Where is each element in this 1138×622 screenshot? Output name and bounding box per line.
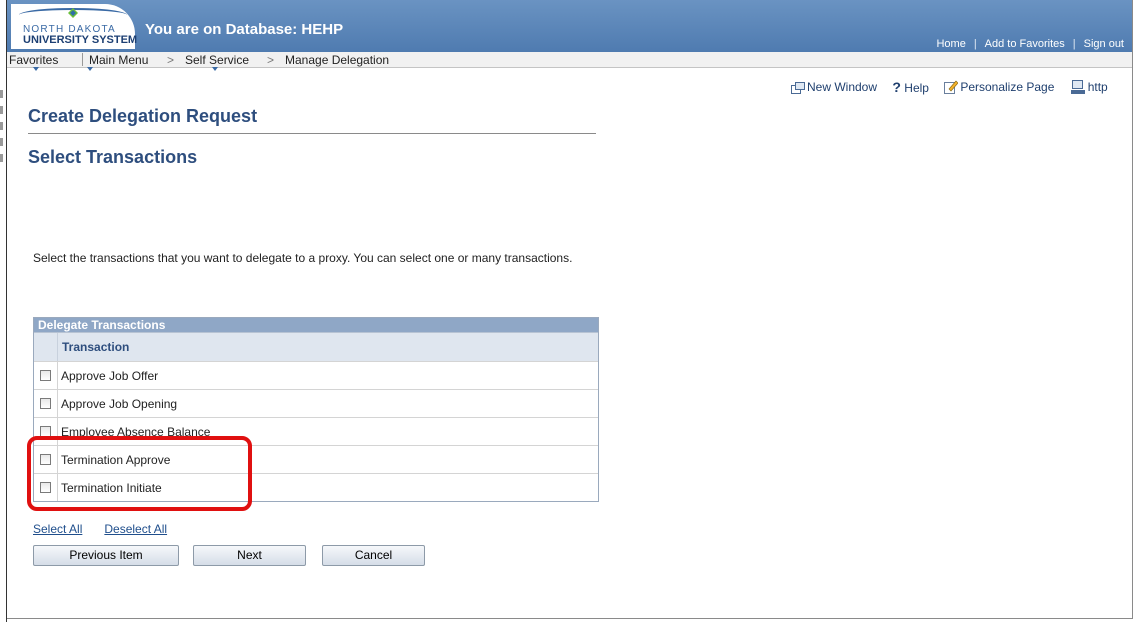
selection-links: Select All Deselect All — [33, 522, 189, 536]
transaction-checkbox[interactable] — [40, 426, 51, 437]
breadcrumb-separator: > — [167, 53, 175, 67]
section-title: Select Transactions — [28, 147, 198, 167]
grid-caption: Delegate Transactions — [34, 318, 598, 332]
menu-bar: Favorites Main Menu > Self Service > Man… — [7, 52, 1132, 71]
delegate-transactions-grid: Delegate Transactions Transaction Approv… — [33, 317, 599, 502]
column-header-transaction[interactable]: Transaction — [58, 333, 598, 361]
help-label: Help — [904, 81, 929, 95]
new-window-label: New Window — [807, 80, 878, 94]
header-checkbox-cell — [34, 333, 58, 361]
breadcrumb-separator: > — [267, 53, 275, 67]
select-all-link[interactable]: Select All — [33, 522, 82, 536]
transaction-label: Termination Initiate — [61, 481, 162, 495]
logo-text-bottom: UNIVERSITY SYSTEM — [23, 34, 138, 46]
table-row: Termination Approve — [34, 445, 598, 473]
new-window-icon — [791, 81, 805, 94]
main-menu-dropdown-icon[interactable] — [87, 67, 93, 71]
grid-header-row: Transaction — [34, 332, 598, 361]
personalize-page-link[interactable]: Personalize Page — [944, 80, 1054, 95]
deselect-all-link[interactable]: Deselect All — [104, 522, 167, 536]
transaction-label: Employee Absence Balance — [61, 425, 211, 439]
instructions-text: Select the transactions that you want to… — [33, 251, 573, 265]
table-row: Approve Job Opening — [34, 389, 598, 417]
table-row: Termination Initiate — [34, 473, 598, 501]
page-title: Create Delegation Request — [28, 106, 258, 126]
home-link[interactable]: Home — [936, 38, 965, 50]
table-row: Approve Job Offer — [34, 361, 598, 389]
header-links: Home | Add to Favorites | Sign out — [936, 38, 1124, 50]
http-label: http — [1087, 79, 1108, 94]
nav-self-service[interactable]: Self Service — [185, 53, 249, 67]
cancel-button[interactable]: Cancel — [322, 545, 425, 566]
transaction-checkbox[interactable] — [40, 370, 51, 381]
next-button[interactable]: Next — [193, 545, 306, 566]
left-scroll-markers — [0, 90, 5, 210]
header-banner: NORTH DAKOTA UNIVERSITY SYSTEM You are o… — [7, 0, 1132, 52]
transaction-checkbox[interactable] — [40, 454, 51, 465]
page-action-links: New Window ? Help Personalize Page http — [791, 79, 1108, 95]
self-service-dropdown-icon[interactable] — [212, 67, 218, 71]
http-link-icon — [1070, 80, 1085, 95]
title-divider — [28, 133, 596, 134]
personalize-pencil-icon — [944, 80, 959, 95]
transaction-label: Termination Approve — [61, 453, 171, 467]
transaction-label: Approve Job Offer — [61, 369, 159, 383]
database-title: You are on Database: HEHP — [145, 21, 344, 38]
previous-item-button[interactable]: Previous Item — [33, 545, 179, 566]
transaction-label: Approve Job Opening — [61, 397, 178, 411]
help-icon: ? — [892, 79, 901, 95]
sign-out-link[interactable]: Sign out — [1084, 38, 1124, 50]
transaction-checkbox[interactable] — [40, 482, 51, 493]
new-window-link[interactable]: New Window — [791, 80, 877, 94]
personalize-page-label: Personalize Page — [960, 79, 1055, 94]
table-row: Employee Absence Balance — [34, 417, 598, 445]
page-frame: NORTH DAKOTA UNIVERSITY SYSTEM You are o… — [7, 0, 1133, 619]
ndus-logo: NORTH DAKOTA UNIVERSITY SYSTEM — [11, 4, 138, 49]
transaction-checkbox[interactable] — [40, 398, 51, 409]
nav-favorites[interactable]: Favorites — [9, 53, 58, 67]
favorites-dropdown-icon[interactable] — [33, 67, 39, 71]
add-to-favorites-link[interactable]: Add to Favorites — [985, 38, 1065, 50]
nav-main-menu[interactable]: Main Menu — [89, 53, 148, 67]
help-link[interactable]: ? Help — [892, 79, 929, 95]
nav-manage-delegation[interactable]: Manage Delegation — [285, 53, 389, 67]
logo-leaf-icon — [68, 8, 78, 18]
http-link[interactable]: http — [1070, 80, 1108, 95]
